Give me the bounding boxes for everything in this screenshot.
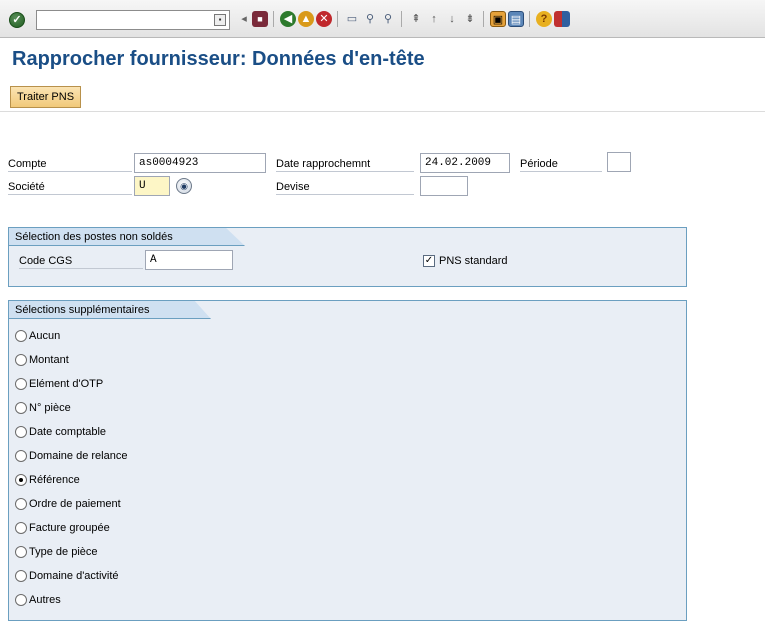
last-page-icon[interactable]: ⇟ <box>462 11 478 27</box>
code-cgs-field[interactable]: A <box>145 250 233 270</box>
radio-option[interactable]: Date comptable <box>15 423 106 441</box>
radio-option[interactable]: Aucun <box>15 327 60 345</box>
radio-option[interactable]: N° pièce <box>15 399 71 417</box>
radio-label: N° pièce <box>29 402 71 414</box>
devise-field[interactable] <box>420 176 468 196</box>
radio-label: Ordre de paiement <box>29 498 121 510</box>
print-icon[interactable]: ▭ <box>344 11 360 27</box>
extra-selections-group: Sélections supplémentaires Aucun Montant… <box>8 300 687 621</box>
radio-option[interactable]: Facture groupée <box>15 519 110 537</box>
radio-label: Date comptable <box>29 426 107 438</box>
radio-label: Type de pièce <box>29 546 98 558</box>
toolbar-separator <box>483 11 484 27</box>
create-session-icon[interactable]: ▣ <box>490 11 506 27</box>
radio-button[interactable] <box>15 378 27 390</box>
extra-selections-group-title: Sélections supplémentaires <box>9 301 211 319</box>
system-toolbar: ✓ ▪ ◂ ■ ◀ ▲ ✕ ▭ ⚲ ⚲ ⇞ ↑ ↓ ⇟ ▣ ▤ ? <box>0 0 765 38</box>
toolbar-separator <box>401 11 402 27</box>
radio-button[interactable] <box>15 546 27 558</box>
back-icon[interactable]: ◀ <box>280 11 296 27</box>
application-toolbar: Traiter PNS <box>0 82 765 112</box>
title-bar: Rapprocher fournisseur: Données d'en-têt… <box>0 38 765 82</box>
toolbar-separator <box>529 11 530 27</box>
pns-standard-label: PNS standard <box>439 255 508 267</box>
periode-label: Période <box>520 156 602 172</box>
command-field[interactable]: ▪ <box>36 10 230 30</box>
radio-option[interactable]: Montant <box>15 351 69 369</box>
periode-field[interactable] <box>607 152 631 172</box>
radio-option[interactable]: Autres <box>15 591 61 609</box>
date-rapprochement-label: Date rapprochemnt <box>276 156 414 172</box>
next-page-icon[interactable]: ↓ <box>444 11 460 27</box>
help-icon[interactable]: ? <box>536 11 552 27</box>
radio-label: Référence <box>29 474 80 486</box>
radio-button[interactable] <box>15 570 27 582</box>
toolbar-separator <box>337 11 338 27</box>
layout-icon[interactable] <box>554 11 570 27</box>
radio-option[interactable]: Domaine d'activité <box>15 567 119 585</box>
find-next-icon[interactable]: ⚲ <box>380 11 396 27</box>
exit-icon[interactable]: ▲ <box>298 11 314 27</box>
open-items-group: Sélection des postes non soldés Code CGS… <box>8 227 687 287</box>
radio-option[interactable]: Référence <box>15 471 80 489</box>
radio-button[interactable] <box>15 450 27 462</box>
first-page-icon[interactable]: ⇞ <box>408 11 424 27</box>
radio-label: Montant <box>29 354 69 366</box>
toolbar-separator <box>273 11 274 27</box>
radio-button[interactable] <box>15 594 27 606</box>
radio-button[interactable] <box>15 426 27 438</box>
radio-label: Elément d'OTP <box>29 378 104 390</box>
radio-label: Domaine de relance <box>29 450 128 462</box>
radio-button[interactable] <box>15 402 27 414</box>
pns-standard-checkbox[interactable]: ✓ <box>423 255 435 267</box>
find-icon[interactable]: ⚲ <box>362 11 378 27</box>
devise-label: Devise <box>276 179 414 195</box>
radio-button-selected[interactable] <box>15 474 27 486</box>
radio-option[interactable]: Ordre de paiement <box>15 495 121 513</box>
radio-label: Autres <box>29 594 61 606</box>
radio-label: Aucun <box>29 330 61 342</box>
date-rapprochement-field[interactable]: 24.02.2009 <box>420 153 510 173</box>
previous-page-icon[interactable]: ↑ <box>426 11 442 27</box>
societe-field[interactable]: U <box>134 176 170 196</box>
radio-button[interactable] <box>15 498 27 510</box>
compte-field[interactable]: as0004923 <box>134 153 266 173</box>
back-arrow-icon[interactable]: ◂ <box>236 11 252 27</box>
radio-button[interactable] <box>15 330 27 342</box>
radio-button[interactable] <box>15 522 27 534</box>
compte-label: Compte <box>8 156 132 172</box>
societe-label: Société <box>8 179 132 195</box>
dropdown-icon[interactable]: ▪ <box>214 14 226 26</box>
radio-option[interactable]: Domaine de relance <box>15 447 127 465</box>
shortcut-icon[interactable]: ▤ <box>508 11 524 27</box>
radio-label: Facture groupée <box>29 522 110 534</box>
save-icon[interactable]: ■ <box>252 11 268 27</box>
radio-button[interactable] <box>15 354 27 366</box>
radio-option[interactable]: Elément d'OTP <box>15 375 103 393</box>
page-title: Rapprocher fournisseur: Données d'en-têt… <box>12 48 425 70</box>
check-icon[interactable]: ✓ <box>9 12 25 28</box>
radio-option[interactable]: Type de pièce <box>15 543 98 561</box>
open-items-group-title: Sélection des postes non soldés <box>9 228 245 246</box>
cancel-icon[interactable]: ✕ <box>316 11 332 27</box>
traiter-pns-button[interactable]: Traiter PNS <box>10 86 82 108</box>
code-cgs-label: Code CGS <box>19 253 143 269</box>
value-help-icon[interactable]: ◉ <box>176 178 192 194</box>
radio-label: Domaine d'activité <box>29 570 119 582</box>
